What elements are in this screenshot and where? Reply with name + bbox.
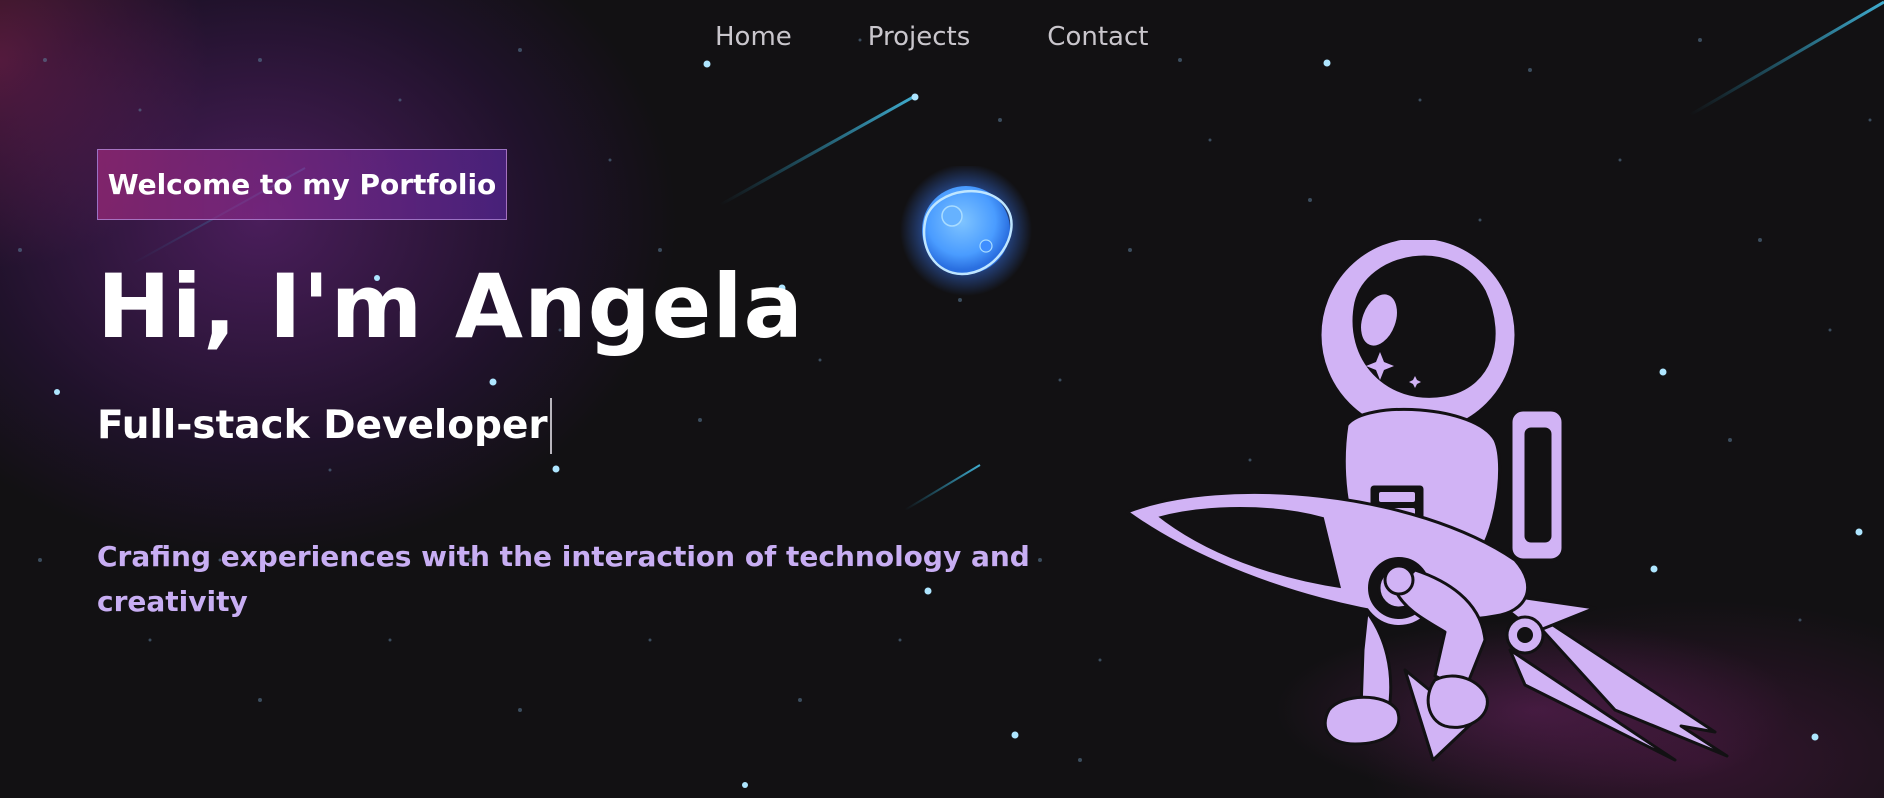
tagline: Crafing experiences with the interaction… (97, 540, 1030, 618)
page-title: Hi, I'm Angela (97, 255, 804, 358)
top-nav: Home Projects Contact (715, 22, 1148, 52)
planet-icon (900, 166, 1032, 296)
astronaut-rocket-illustration (1125, 240, 1795, 795)
role-typewriter: Full-stack Developer (97, 398, 552, 454)
welcome-badge: Welcome to my Portfolio (97, 149, 507, 220)
typing-caret (549, 398, 552, 454)
role-text: Full-stack Developer (97, 403, 548, 448)
nav-contact-link[interactable]: Contact (1047, 22, 1148, 52)
nav-projects-link[interactable]: Projects (868, 22, 971, 52)
hero-section: Home Projects Contact Welcome to my Port… (0, 0, 1884, 798)
nav-home-link[interactable]: Home (715, 22, 792, 52)
